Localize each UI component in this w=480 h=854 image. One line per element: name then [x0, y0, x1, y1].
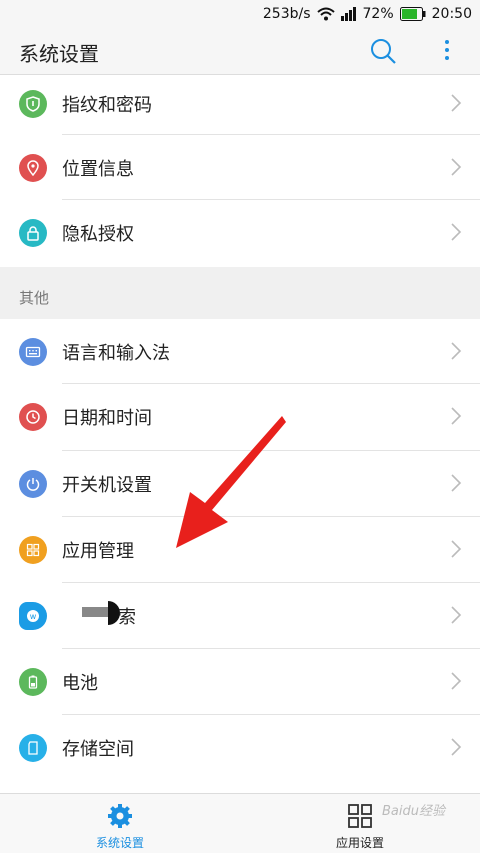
- search-app-icon: w: [19, 602, 47, 630]
- section-header-other: 其他: [0, 267, 480, 319]
- chevron-right-icon: [450, 671, 462, 691]
- tab-label: 应用设置: [335, 836, 384, 850]
- settings-item-storage[interactable]: 存储空间: [0, 715, 480, 781]
- settings-item-label: 索: [118, 607, 136, 628]
- chevron-right-icon: [450, 737, 462, 757]
- redacted-mark: [82, 597, 120, 637]
- settings-item-label: 应用管理: [62, 541, 134, 562]
- settings-item-language[interactable]: 语言和输入法: [0, 319, 480, 384]
- gear-icon: [106, 802, 134, 830]
- settings-item-label: 指纹和密码: [62, 95, 152, 116]
- settings-item-apps[interactable]: 应用管理: [0, 517, 480, 583]
- tab-system-settings[interactable]: 系统设置: [60, 794, 180, 854]
- signal-icon: [340, 7, 357, 21]
- shield-icon: [19, 90, 47, 118]
- chevron-right-icon: [450, 157, 462, 177]
- settings-item-power[interactable]: 开关机设置: [0, 451, 480, 517]
- battery-icon: [399, 7, 426, 21]
- settings-item-label: 位置信息: [62, 159, 134, 180]
- status-bar: 253b/s 72% 20:50: [0, 0, 480, 28]
- apps-icon: [19, 536, 47, 564]
- settings-item-label: 开关机设置: [62, 475, 152, 496]
- settings-item-label: 电池: [62, 673, 98, 694]
- chevron-right-icon: [450, 222, 462, 242]
- chevron-right-icon: [450, 406, 462, 426]
- section-title: 其他: [19, 289, 50, 307]
- power-icon: [19, 470, 47, 498]
- more-icon[interactable]: [440, 38, 454, 64]
- clock-time: 20:50: [431, 6, 472, 22]
- settings-item-label: 语言和输入法: [62, 343, 170, 364]
- settings-item-label: 存储空间: [62, 739, 134, 760]
- chevron-right-icon: [450, 539, 462, 559]
- chevron-right-icon: [450, 341, 462, 361]
- keyboard-icon: [19, 338, 47, 366]
- settings-item-label: 隐私授权: [62, 224, 134, 245]
- settings-list: 指纹和密码 位置信息 隐私授权 其他 语言和输入法 日期和时间 开关机设置 应用…: [0, 75, 480, 781]
- settings-item-datetime[interactable]: 日期和时间: [0, 384, 480, 451]
- battery-percent: 72%: [362, 6, 394, 22]
- search-icon[interactable]: [369, 37, 397, 65]
- watermark: Baidu经验: [382, 804, 445, 819]
- location-icon: [19, 154, 47, 182]
- storage-icon: [19, 734, 47, 762]
- settings-item-fingerprint[interactable]: 指纹和密码: [0, 75, 480, 135]
- chevron-right-icon: [450, 473, 462, 493]
- grid-icon: [346, 802, 374, 830]
- settings-item-location[interactable]: 位置信息: [0, 135, 480, 200]
- settings-item-privacy[interactable]: 隐私授权: [0, 200, 480, 267]
- app-header: 系统设置: [0, 28, 480, 75]
- lock-icon: [19, 219, 47, 247]
- settings-item-label: 日期和时间: [62, 408, 152, 429]
- wifi-icon: [316, 7, 335, 21]
- svg-text:w: w: [30, 612, 37, 621]
- chevron-right-icon: [450, 605, 462, 625]
- tab-label: 系统设置: [95, 836, 144, 850]
- clock-icon: [19, 403, 47, 431]
- settings-item-search[interactable]: w 索: [0, 583, 480, 649]
- page-title: 系统设置: [19, 42, 99, 66]
- network-speed: 253b/s: [262, 6, 311, 22]
- settings-item-battery[interactable]: 电池: [0, 649, 480, 715]
- chevron-right-icon: [450, 93, 462, 113]
- battery-app-icon: [19, 668, 47, 696]
